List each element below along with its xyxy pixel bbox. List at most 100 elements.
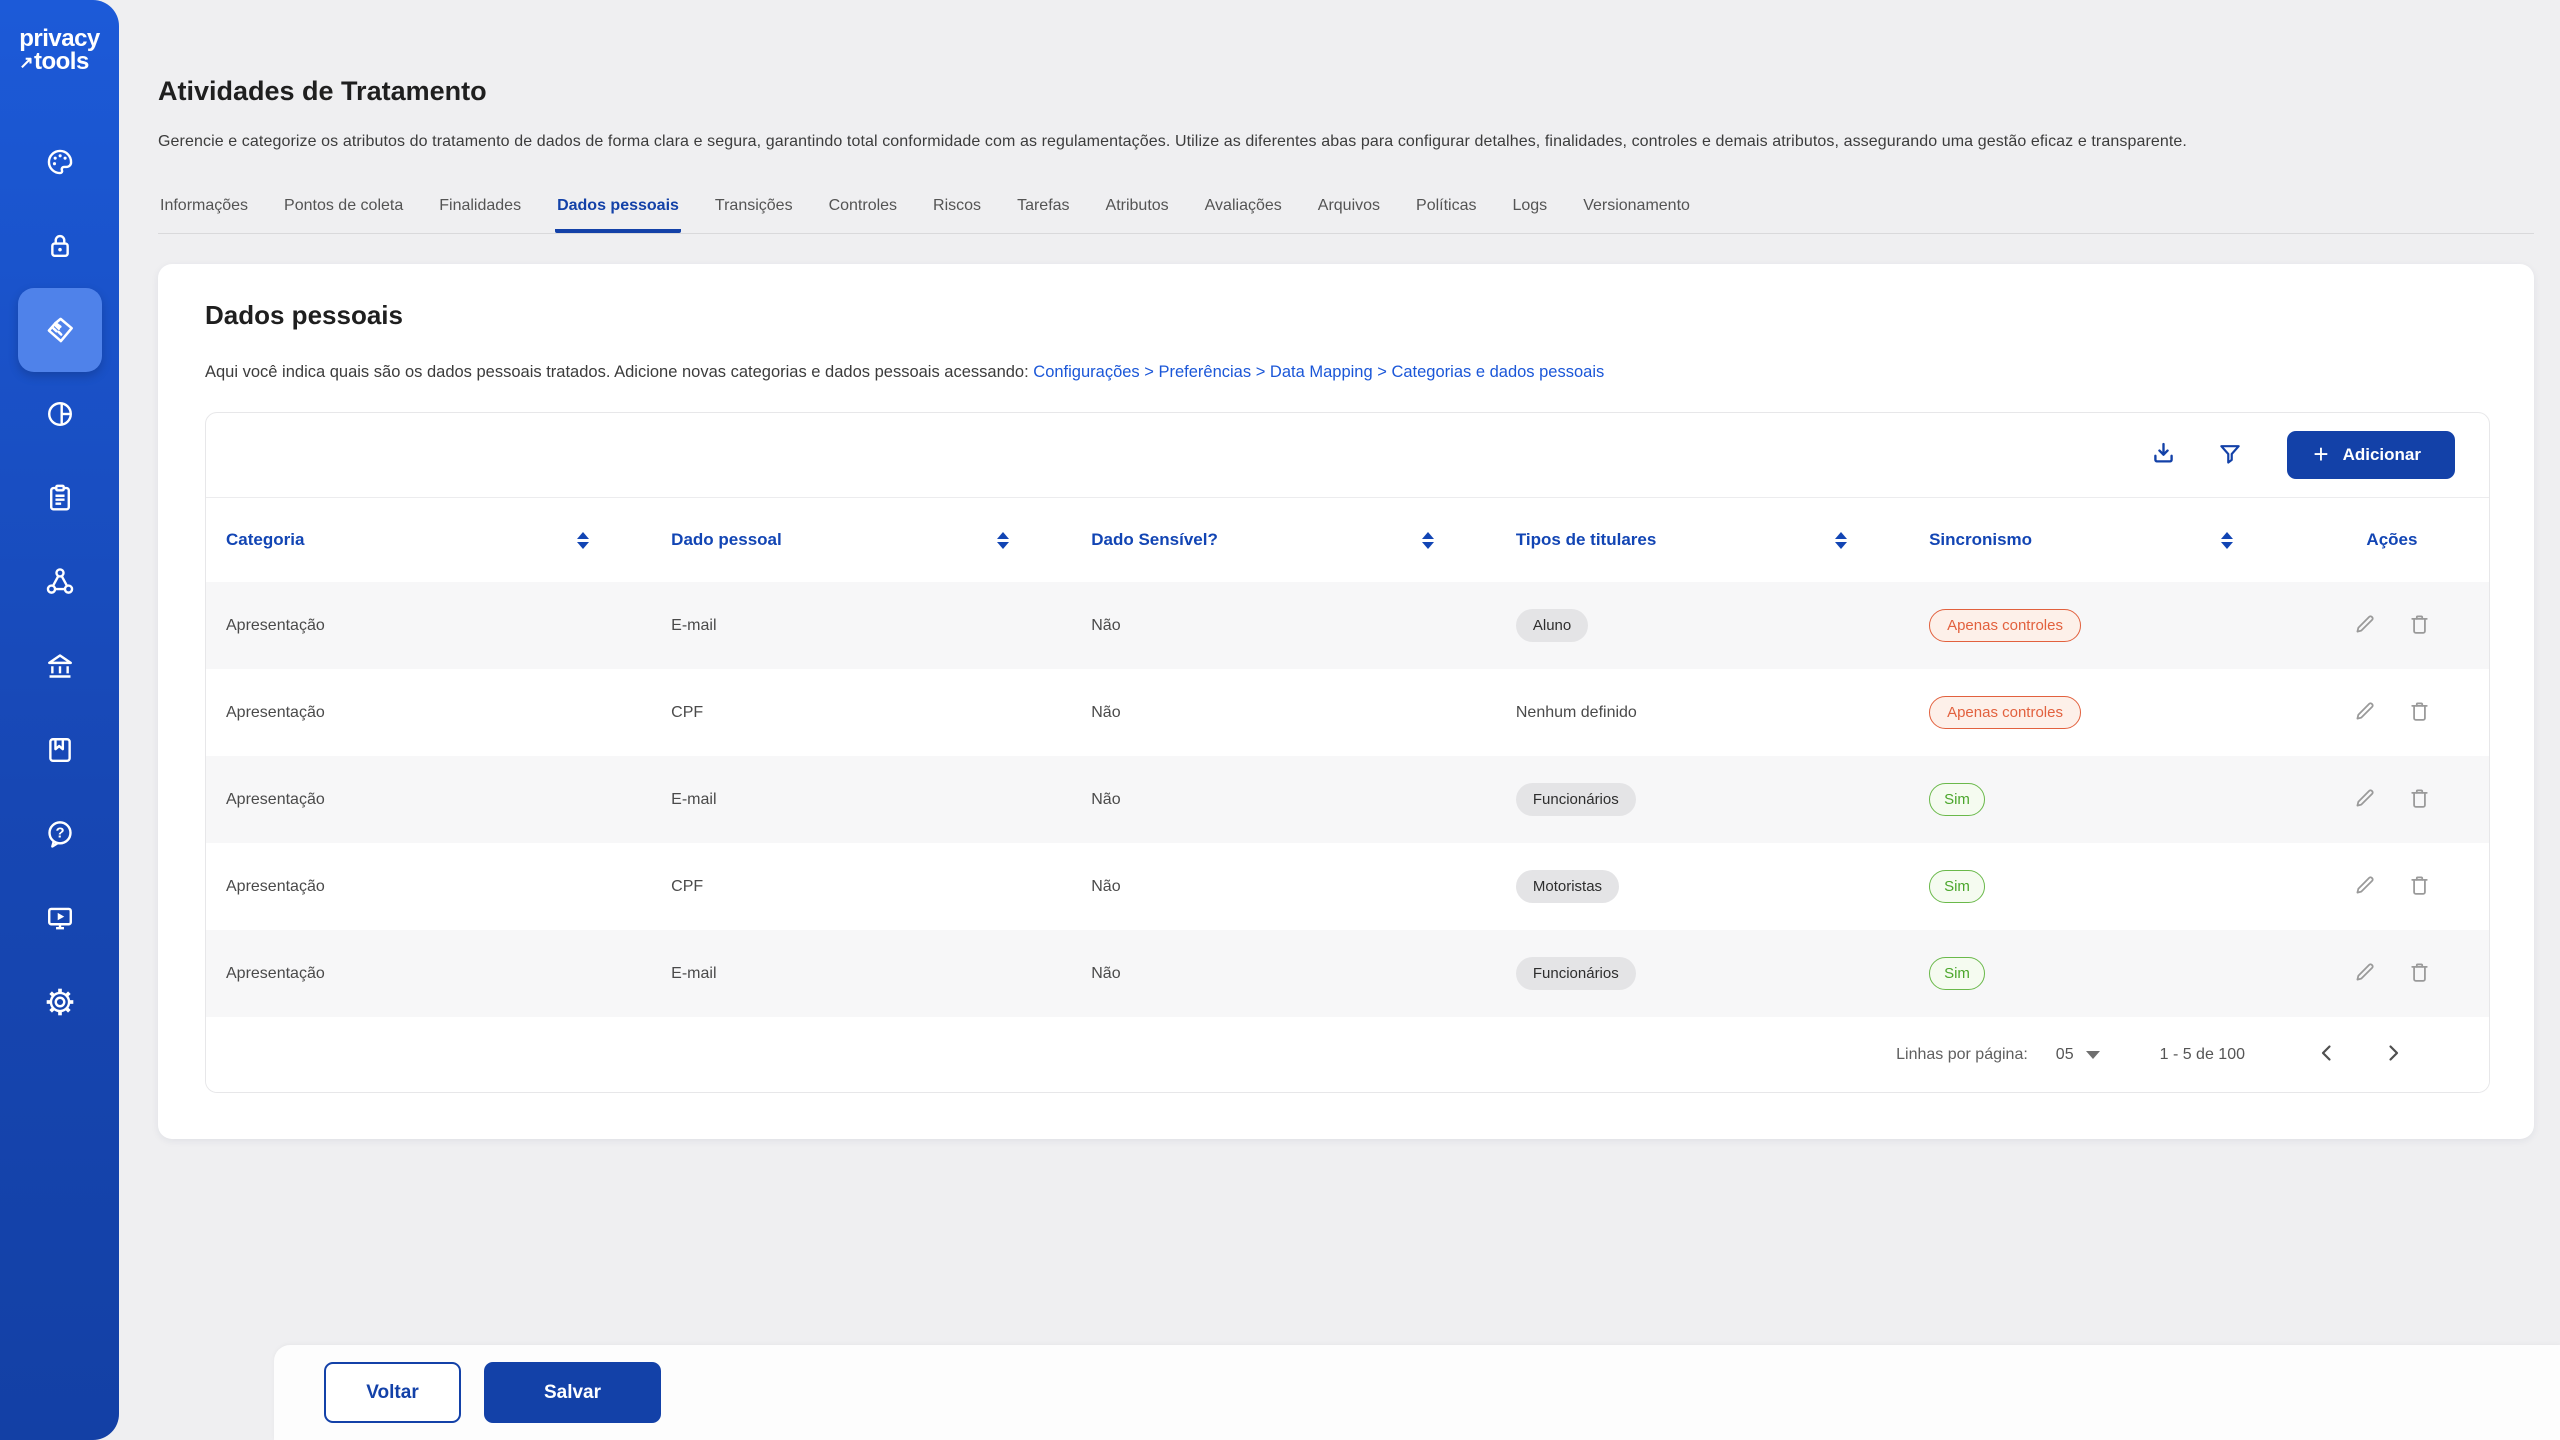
delete-button[interactable]	[2407, 786, 2432, 814]
clipboard-icon	[43, 481, 77, 515]
sidebar-item-library[interactable]	[18, 708, 102, 792]
column-header-categoria[interactable]: Categoria	[206, 530, 651, 550]
cell-dado-sensivel: Não	[1071, 791, 1496, 809]
sincronismo-badge: Sim	[1929, 783, 1985, 816]
settings-breadcrumb-link[interactable]: Configurações > Preferências > Data Mapp…	[1033, 363, 1604, 381]
column-header-dado-sensivel[interactable]: Dado Sensível?	[1071, 530, 1496, 550]
delete-button[interactable]	[2407, 873, 2432, 901]
sort-icon[interactable]	[2221, 532, 2233, 549]
sidebar-item-data-mapping[interactable]	[18, 288, 102, 372]
edit-button[interactable]	[2352, 960, 2377, 988]
delete-icon	[2407, 873, 2432, 901]
cell-dado-pessoal: E-mail	[651, 791, 1071, 809]
sidebar-item-settings[interactable]	[18, 960, 102, 1044]
sidebar-item-security[interactable]	[18, 204, 102, 288]
edit-icon	[2352, 960, 2377, 988]
sidebar-item-appearance[interactable]	[18, 120, 102, 204]
edit-button[interactable]	[2352, 786, 2377, 814]
download-icon	[2150, 440, 2177, 470]
delete-icon	[2407, 786, 2432, 814]
footer-action-bar: Voltar Salvar	[274, 1345, 2560, 1440]
tab-logs[interactable]: Logs	[1510, 189, 1549, 233]
column-header-label: Dado Sensível?	[1091, 530, 1218, 550]
tab-controles[interactable]: Controles	[827, 189, 899, 233]
plus-icon: +	[2313, 441, 2328, 467]
sort-icon[interactable]	[997, 532, 1009, 549]
palette-icon	[43, 145, 77, 179]
cell-dado-pessoal: E-mail	[651, 965, 1071, 983]
column-header-tipos-titulares[interactable]: Tipos de titulares	[1496, 530, 1909, 550]
sidebar-item-integrations[interactable]	[18, 540, 102, 624]
sidebar-item-assessments[interactable]	[18, 456, 102, 540]
tab-dados-pessoais[interactable]: Dados pessoais	[555, 189, 681, 233]
settings-icon	[43, 985, 77, 1019]
cell-categoria: Apresentação	[206, 965, 651, 983]
edit-button[interactable]	[2352, 612, 2377, 640]
page-title: Atividades de Tratamento	[158, 76, 2534, 107]
column-header-sincronismo[interactable]: Sincronismo	[1909, 530, 2295, 550]
chevron-down-icon	[2086, 1051, 2100, 1059]
column-header-dado-pessoal[interactable]: Dado pessoal	[651, 530, 1071, 550]
filter-button[interactable]	[2217, 441, 2243, 470]
add-button[interactable]: + Adicionar	[2287, 431, 2455, 479]
cell-dado-sensivel: Não	[1071, 704, 1496, 722]
table-header-row: Categoria Dado pessoal Dado Sensível? Ti…	[206, 497, 2489, 582]
tab-pontos-de-coleta[interactable]: Pontos de coleta	[282, 189, 405, 233]
delete-button[interactable]	[2407, 960, 2432, 988]
card-description-text: Aqui você indica quais são os dados pess…	[205, 363, 1033, 381]
back-button[interactable]: Voltar	[324, 1362, 461, 1423]
hub-icon	[43, 565, 77, 599]
next-page-button[interactable]	[2381, 1041, 2405, 1068]
tab-finalidades[interactable]: Finalidades	[437, 189, 523, 233]
sincronismo-badge: Sim	[1929, 957, 1985, 990]
tab-versionamento[interactable]: Versionamento	[1581, 189, 1692, 233]
sort-icon[interactable]	[1835, 532, 1847, 549]
svg-text:?: ?	[55, 825, 64, 841]
card-title: Dados pessoais	[205, 300, 2490, 331]
delete-icon	[2407, 960, 2432, 988]
download-button[interactable]	[2150, 440, 2177, 470]
table-body: Apresentação E-mail Não Aluno Apenas con…	[206, 582, 2489, 1017]
tab-arquivos[interactable]: Arquivos	[1316, 189, 1382, 233]
column-header-label: Dado pessoal	[671, 530, 782, 550]
column-header-acoes: Ações	[2295, 530, 2489, 550]
tab-tarefas[interactable]: Tarefas	[1015, 189, 1071, 233]
pagination-bar: Linhas por página: 05 1 - 5 de 100	[206, 1017, 2489, 1092]
delete-button[interactable]	[2407, 699, 2432, 727]
edit-icon	[2352, 699, 2377, 727]
column-header-label: Sincronismo	[1929, 530, 2032, 550]
edit-button[interactable]	[2352, 873, 2377, 901]
cell-categoria: Apresentação	[206, 878, 651, 896]
tab-politicas[interactable]: Políticas	[1414, 189, 1478, 233]
rows-per-page-select[interactable]: 05	[2056, 1046, 2100, 1064]
sidebar-item-reports[interactable]	[18, 372, 102, 456]
edit-button[interactable]	[2352, 699, 2377, 727]
tab-bar: Informações Pontos de coleta Finalidades…	[158, 189, 2534, 234]
delete-button[interactable]	[2407, 612, 2432, 640]
brand-logo[interactable]: privacy ↗tools	[19, 28, 100, 74]
lock-icon	[43, 229, 77, 263]
tab-informacoes[interactable]: Informações	[158, 189, 250, 233]
titular-chip: Funcionários	[1516, 957, 1636, 990]
save-button[interactable]: Salvar	[484, 1362, 661, 1423]
table-row: Apresentação E-mail Não Funcionários Sim	[206, 930, 2489, 1017]
tab-riscos[interactable]: Riscos	[931, 189, 983, 233]
sidebar-item-governance[interactable]	[18, 624, 102, 708]
tab-avaliacoes[interactable]: Avaliações	[1203, 189, 1284, 233]
sidebar-item-help[interactable]: ?	[18, 792, 102, 876]
cell-dado-pessoal: E-mail	[651, 617, 1071, 635]
sincronismo-badge: Sim	[1929, 870, 1985, 903]
sort-icon[interactable]	[1422, 532, 1434, 549]
table-row: Apresentação E-mail Não Funcionários Sim	[206, 756, 2489, 843]
bank-icon	[43, 649, 77, 683]
cell-tipos-titulares: Nenhum definido	[1496, 704, 1909, 722]
edit-icon	[2352, 873, 2377, 901]
sort-icon[interactable]	[577, 532, 589, 549]
table-row: Apresentação E-mail Não Aluno Apenas con…	[206, 582, 2489, 669]
previous-page-button[interactable]	[2315, 1041, 2339, 1068]
tab-transicoes[interactable]: Transições	[713, 189, 795, 233]
tab-atributos[interactable]: Atributos	[1104, 189, 1171, 233]
edit-icon	[2352, 612, 2377, 640]
sidebar-item-tutorials[interactable]	[18, 876, 102, 960]
titular-chip: Motoristas	[1516, 870, 1619, 903]
